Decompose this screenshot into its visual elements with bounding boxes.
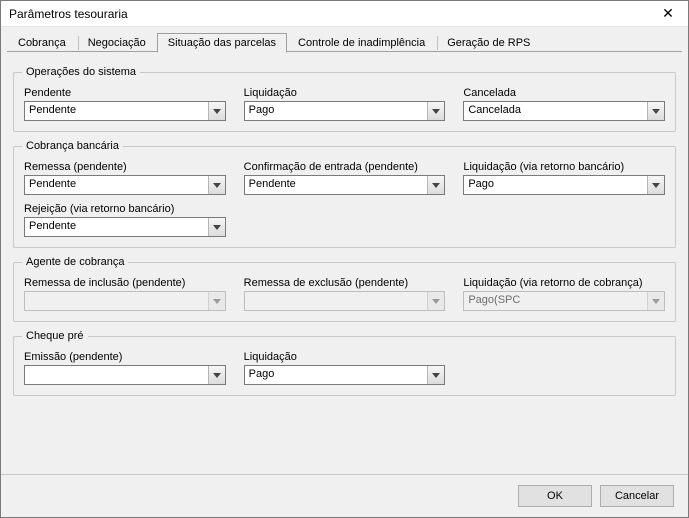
button-label: Cancelar	[615, 490, 659, 502]
tab-page: Operações do sistema Pendente Pendente L…	[1, 52, 688, 474]
combo-ops-cancelada[interactable]: Cancelada	[463, 101, 665, 121]
chevron-down-icon	[208, 292, 225, 310]
field-cheque-emissao: Emissão (pendente)	[24, 351, 226, 385]
combo-cob-rejeicao[interactable]: Pendente	[24, 217, 226, 237]
field-label: Liquidação (via retorno de cobrança)	[463, 277, 665, 289]
window-title: Parâmetros tesouraria	[9, 7, 128, 21]
combo-agente-rem-exclusao	[244, 291, 446, 311]
chevron-down-icon	[208, 102, 225, 120]
field-label: Remessa de inclusão (pendente)	[24, 277, 226, 289]
button-label: OK	[547, 490, 563, 502]
field-ops-cancelada: Cancelada Cancelada	[463, 87, 665, 121]
ok-button[interactable]: OK	[518, 485, 592, 507]
spacer	[244, 203, 446, 237]
field-label: Remessa (pendente)	[24, 161, 226, 173]
field-ops-pendente: Pendente Pendente	[24, 87, 226, 121]
chevron-down-icon	[427, 366, 444, 384]
field-ops-liquidacao: Liquidação Pago	[244, 87, 446, 121]
field-label: Remessa de exclusão (pendente)	[244, 277, 446, 289]
field-label: Cancelada	[463, 87, 665, 99]
field-cheque-liquidacao: Liquidação Pago	[244, 351, 446, 385]
group-agente-cobranca: Agente de cobrança Remessa de inclusão (…	[13, 262, 676, 322]
combo-value: Pendente	[25, 102, 208, 120]
combo-value	[25, 292, 208, 310]
chevron-down-icon	[208, 366, 225, 384]
combo-cheque-liquidacao[interactable]: Pago	[244, 365, 446, 385]
combo-value: Pago(SPC	[464, 292, 647, 310]
field-agente-liquidacao: Liquidação (via retorno de cobrança) Pag…	[463, 277, 665, 311]
field-label: Liquidação	[244, 87, 446, 99]
field-label: Confirmação de entrada (pendente)	[244, 161, 446, 173]
combo-cob-liquidacao[interactable]: Pago	[463, 175, 665, 195]
group-legend: Cheque pré	[22, 329, 88, 343]
group-legend: Agente de cobrança	[22, 255, 128, 269]
combo-agente-rem-inclusao	[24, 291, 226, 311]
combo-value: Pendente	[25, 218, 208, 236]
tab-negociacao[interactable]: Negociação	[77, 33, 157, 52]
group-legend: Operações do sistema	[22, 65, 140, 79]
combo-value: Pendente	[25, 176, 208, 194]
chevron-down-icon	[427, 292, 444, 310]
combo-ops-pendente[interactable]: Pendente	[24, 101, 226, 121]
titlebar: Parâmetros tesouraria ✕	[1, 1, 688, 27]
combo-cob-remessa[interactable]: Pendente	[24, 175, 226, 195]
combo-value: Pago	[245, 366, 428, 384]
group-cobranca-bancaria: Cobrança bancária Remessa (pendente) Pen…	[13, 146, 676, 248]
group-cheque-pre: Cheque pré Emissão (pendente) Liquidação…	[13, 336, 676, 396]
combo-value	[245, 292, 428, 310]
tab-label: Controle de inadimplência	[298, 37, 425, 49]
chevron-down-icon	[647, 292, 664, 310]
chevron-down-icon	[208, 218, 225, 236]
combo-ops-liquidacao[interactable]: Pago	[244, 101, 446, 121]
spacer	[463, 351, 665, 385]
combo-agente-liquidacao: Pago(SPC	[463, 291, 665, 311]
combo-value: Pago	[245, 102, 428, 120]
field-label: Emissão (pendente)	[24, 351, 226, 363]
field-label: Pendente	[24, 87, 226, 99]
field-agente-rem-inclusao: Remessa de inclusão (pendente)	[24, 277, 226, 311]
spacer	[463, 203, 665, 237]
field-label: Rejeição (via retorno bancário)	[24, 203, 226, 215]
close-button[interactable]: ✕	[648, 1, 688, 27]
tabstrip: Cobrança Negociação Situação das parcela…	[1, 27, 688, 52]
combo-value: Cancelada	[464, 102, 647, 120]
combo-value: Pago	[464, 176, 647, 194]
combo-value: Pendente	[245, 176, 428, 194]
chevron-down-icon	[647, 176, 664, 194]
tab-label: Cobrança	[18, 37, 66, 49]
combo-cheque-emissao[interactable]	[24, 365, 226, 385]
cancel-button[interactable]: Cancelar	[600, 485, 674, 507]
group-legend: Cobrança bancária	[22, 139, 123, 153]
tab-cobranca[interactable]: Cobrança	[7, 33, 77, 52]
client-area: Cobrança Negociação Situação das parcela…	[1, 27, 688, 517]
chevron-down-icon	[427, 102, 444, 120]
dialog-footer: OK Cancelar	[1, 474, 688, 517]
field-cob-confirmacao: Confirmação de entrada (pendente) Penden…	[244, 161, 446, 195]
combo-value	[25, 366, 208, 384]
close-icon: ✕	[662, 5, 674, 22]
tab-label: Negociação	[88, 37, 146, 49]
tab-label: Geração de RPS	[447, 37, 530, 49]
field-label: Liquidação (via retorno bancário)	[463, 161, 665, 173]
chevron-down-icon	[647, 102, 664, 120]
group-operacoes-sistema: Operações do sistema Pendente Pendente L…	[13, 72, 676, 132]
chevron-down-icon	[427, 176, 444, 194]
field-cob-remessa: Remessa (pendente) Pendente	[24, 161, 226, 195]
field-cob-liquidacao: Liquidação (via retorno bancário) Pago	[463, 161, 665, 195]
combo-cob-confirmacao[interactable]: Pendente	[244, 175, 446, 195]
tab-controle-inadimplencia[interactable]: Controle de inadimplência	[287, 33, 436, 52]
field-label: Liquidação	[244, 351, 446, 363]
tab-situacao-parcelas[interactable]: Situação das parcelas	[157, 33, 287, 53]
field-agente-rem-exclusao: Remessa de exclusão (pendente)	[244, 277, 446, 311]
tab-geracao-rps[interactable]: Geração de RPS	[436, 33, 541, 52]
field-cob-rejeicao: Rejeição (via retorno bancário) Pendente	[24, 203, 226, 237]
tab-label: Situação das parcelas	[168, 37, 276, 49]
chevron-down-icon	[208, 176, 225, 194]
